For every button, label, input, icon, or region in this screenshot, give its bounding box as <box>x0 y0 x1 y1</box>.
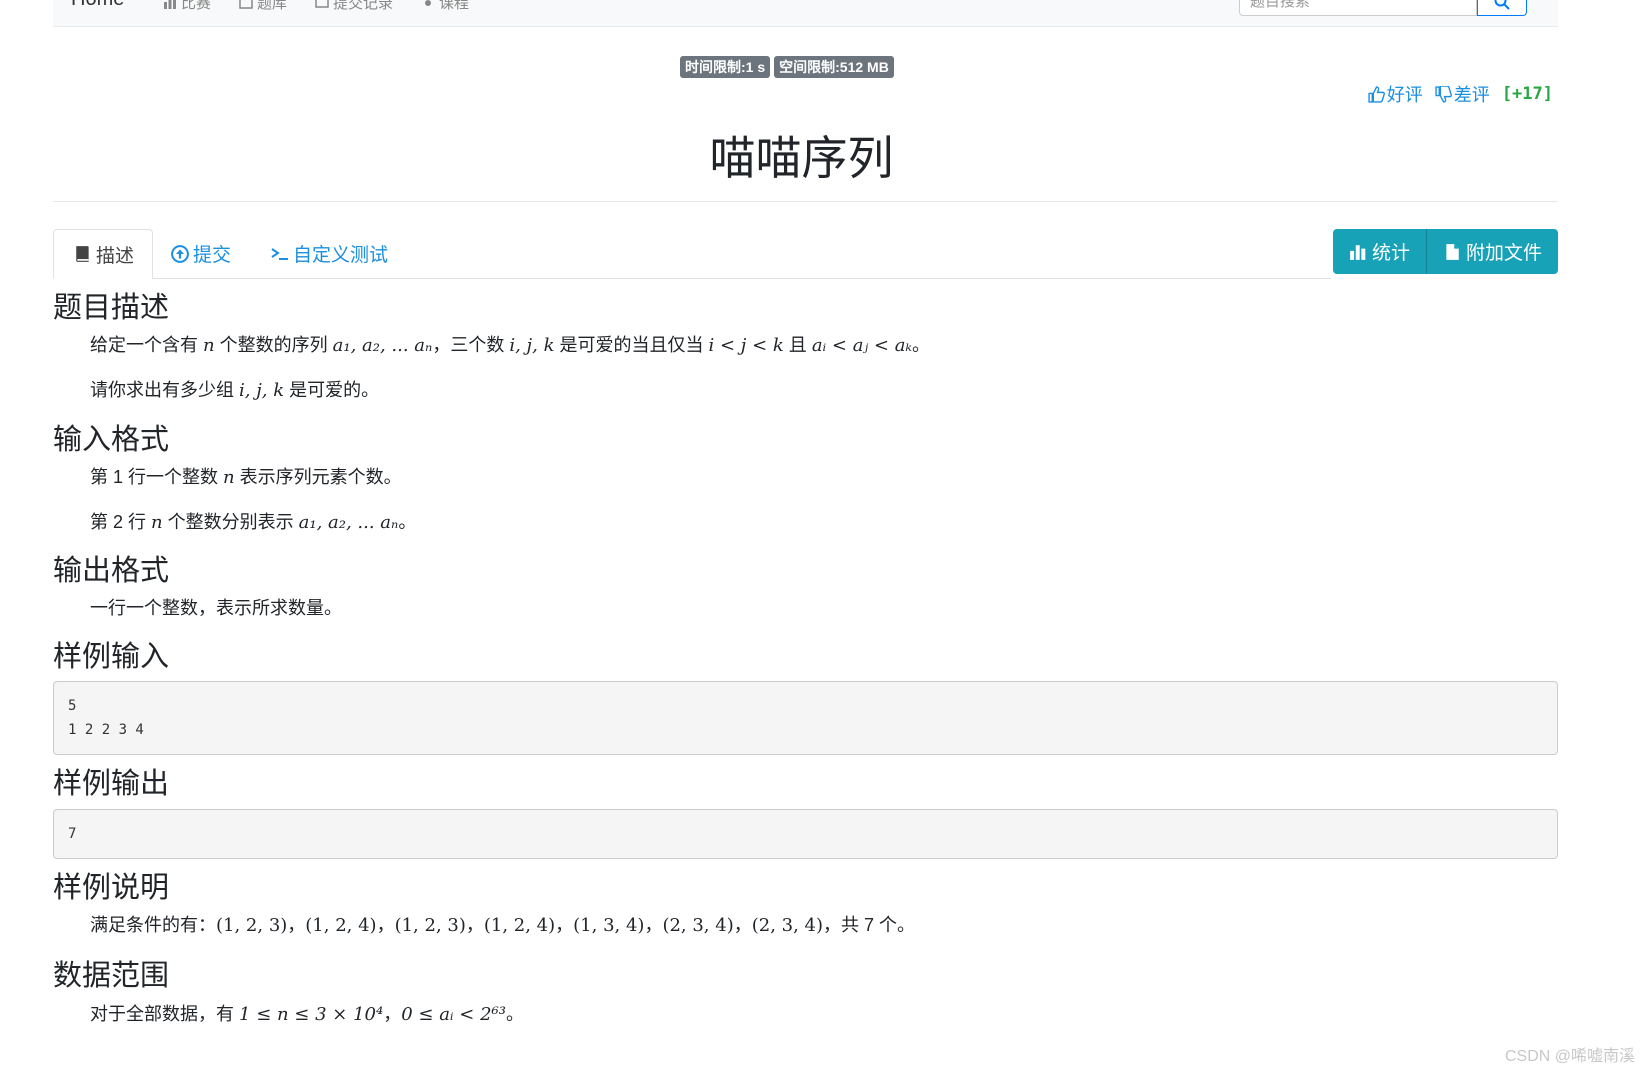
section-heading-output: 输出格式 <box>53 555 170 587</box>
downvote-button[interactable]: 差评 <box>1435 81 1490 107</box>
math-n: n <box>223 467 235 488</box>
section-heading-data-range: 数据范围 <box>53 960 170 992</box>
text-fragment: 。 <box>398 512 417 532</box>
text-fragment: 表示序列元素个数。 <box>234 467 402 487</box>
text-fragment: 对于全部数据，有 <box>90 1004 240 1024</box>
upvote-button[interactable]: 好评 <box>1368 81 1423 107</box>
nav-item-submissions[interactable]: 提交记录 <box>315 0 393 13</box>
sample-input-block[interactable]: 5 1 2 2 3 4 <box>53 681 1558 755</box>
tab-custom-test[interactable]: 自定义测试 <box>271 229 388 278</box>
limit-badges: 时间限制:1 s 空间限制:512 MB <box>680 56 894 78</box>
file-icon <box>1446 243 1459 260</box>
text-fragment: 第 1 行一个整数 <box>90 467 224 487</box>
nav-item-label: 提交记录 <box>333 0 394 12</box>
sample-explanation-paragraph: 满足条件的有：(1, 2, 3)，(1, 2, 4)，(1, 2, 3)，(1,… <box>90 911 915 940</box>
text-fragment: 第 2 行 <box>90 512 152 532</box>
memory-limit-badge: 空间限制:512 MB <box>774 56 894 78</box>
text-fragment: 是可爱的当且仅当 <box>554 335 709 355</box>
text-fragment: ，三个数 <box>432 335 510 355</box>
action-buttons: 统计 附加文件 <box>1333 229 1559 274</box>
text-fragment: ，共 7 个。 <box>823 915 916 935</box>
nav-item-label: 课程 <box>439 0 470 12</box>
text-fragment: 是可爱的。 <box>284 380 380 400</box>
terminal-icon <box>271 247 288 260</box>
sample-output-block[interactable]: 7 <box>53 809 1558 859</box>
math-value-inequality: aᵢ < aⱼ < aₖ <box>811 335 912 356</box>
section-heading-input: 输入格式 <box>53 424 170 456</box>
book-icon <box>425 0 432 6</box>
vote-bar: 好评 差评 [+17] <box>1368 81 1553 107</box>
math-n-bound: 1 ≤ n ≤ 3 × 10⁴ <box>239 1004 384 1025</box>
search-input[interactable]: 题目搜索 <box>1239 0 1477 16</box>
text-fragment: 个整数分别表示 <box>162 512 299 532</box>
tab-label: 提交 <box>193 245 232 266</box>
search-icon <box>1494 0 1510 10</box>
tab-submit[interactable]: 提交 <box>171 229 231 278</box>
section-heading-sample-output: 样例输出 <box>53 768 170 800</box>
output-paragraph: 一行一个整数，表示所求数量。 <box>90 598 342 618</box>
section-heading-sample-input: 样例输入 <box>53 641 170 673</box>
math-sequence: a₁, a₂, ... aₙ <box>298 512 399 533</box>
bar-chart-icon <box>1350 244 1366 260</box>
navbar-brand[interactable]: Home <box>71 0 124 11</box>
math-index-inequality: i < j < k <box>708 335 784 356</box>
bar-chart-icon <box>164 0 176 9</box>
nav-item-problems[interactable]: 题库 <box>239 0 287 13</box>
input-paragraph-2: 第 2 行 n 个整数分别表示 a₁, a₂, ... aₙ。 <box>90 508 416 537</box>
attachments-button[interactable]: 附加文件 <box>1427 229 1559 274</box>
text-fragment: 。 <box>912 335 930 355</box>
thumbs-up-icon <box>1368 85 1385 103</box>
text-fragment: ， <box>383 1004 402 1024</box>
text-fragment: 。 <box>505 1004 524 1024</box>
downvote-label: 差评 <box>1453 85 1490 105</box>
math-n: n <box>203 335 215 356</box>
data-range-paragraph: 对于全部数据，有 1 ≤ n ≤ 3 × 10⁴，0 ≤ aᵢ < 2⁶³。 <box>90 1000 524 1029</box>
watermark: CSDN @唏嘘南溪 <box>1504 1048 1635 1065</box>
text-fragment: 给定一个含有 <box>90 335 204 355</box>
upload-circle-icon <box>171 244 189 263</box>
nav-item-label: 比赛 <box>181 0 212 12</box>
tab-label: 描述 <box>96 245 135 267</box>
description-paragraph-1: 给定一个含有 n 个整数的序列 a₁, a₂, ... aₙ，三个数 i, j,… <box>90 331 930 360</box>
nav-item-contest[interactable]: 比赛 <box>163 0 211 13</box>
tab-description[interactable]: 描述 <box>53 229 154 279</box>
search-button[interactable] <box>1477 0 1527 16</box>
thumbs-down-icon <box>1435 85 1452 103</box>
text-fragment: 满足条件的有： <box>90 915 216 935</box>
math-a-bound: 0 ≤ aᵢ < 2⁶³ <box>401 1004 506 1025</box>
text-fragment: 个整数的序列 <box>214 335 333 355</box>
title-divider <box>53 201 1558 202</box>
attach-label: 附加文件 <box>1466 243 1543 264</box>
upvote-label: 好评 <box>1386 85 1423 105</box>
section-heading-sample-explanation: 样例说明 <box>53 872 170 904</box>
nav-links: 比赛 题库 提交记录 课程 <box>163 0 469 13</box>
stats-button[interactable]: 统计 <box>1333 229 1428 274</box>
math-ijk: i, j, k <box>239 380 285 401</box>
book-icon <box>76 246 89 262</box>
list-icon <box>239 0 253 9</box>
math-sequence: a₁, a₂, ... aₙ <box>332 335 433 356</box>
page-title: 喵喵序列 <box>709 132 894 184</box>
math-ijk: i, j, k <box>509 335 555 356</box>
nav-item-courses[interactable]: 课程 <box>421 0 469 13</box>
text-fragment: 且 <box>783 335 812 355</box>
math-n: n <box>151 512 163 533</box>
time-limit-badge: 时间限制:1 s <box>680 56 771 78</box>
description-paragraph-2: 请你求出有多少组 i, j, k 是可爱的。 <box>90 376 379 405</box>
stats-label: 统计 <box>1372 243 1411 264</box>
input-paragraph-1: 第 1 行一个整数 n 表示序列元素个数。 <box>90 463 402 492</box>
tab-label: 自定义测试 <box>293 245 389 266</box>
math-tuples: (1, 2, 3)，(1, 2, 4)，(1, 2, 3)，(1, 2, 4)，… <box>216 915 824 936</box>
text-fragment: 请你求出有多少组 <box>90 380 240 400</box>
section-heading-description: 题目描述 <box>53 292 170 324</box>
nav-item-label: 题库 <box>257 0 288 12</box>
vote-score: [+17] <box>1501 84 1553 104</box>
top-navbar: Home 比赛 题库 提交记录 课程 题目搜索 <box>53 0 1558 27</box>
submissions-icon <box>315 0 329 8</box>
problem-tabs: 描述 提交 自定义测试 <box>53 229 1331 279</box>
